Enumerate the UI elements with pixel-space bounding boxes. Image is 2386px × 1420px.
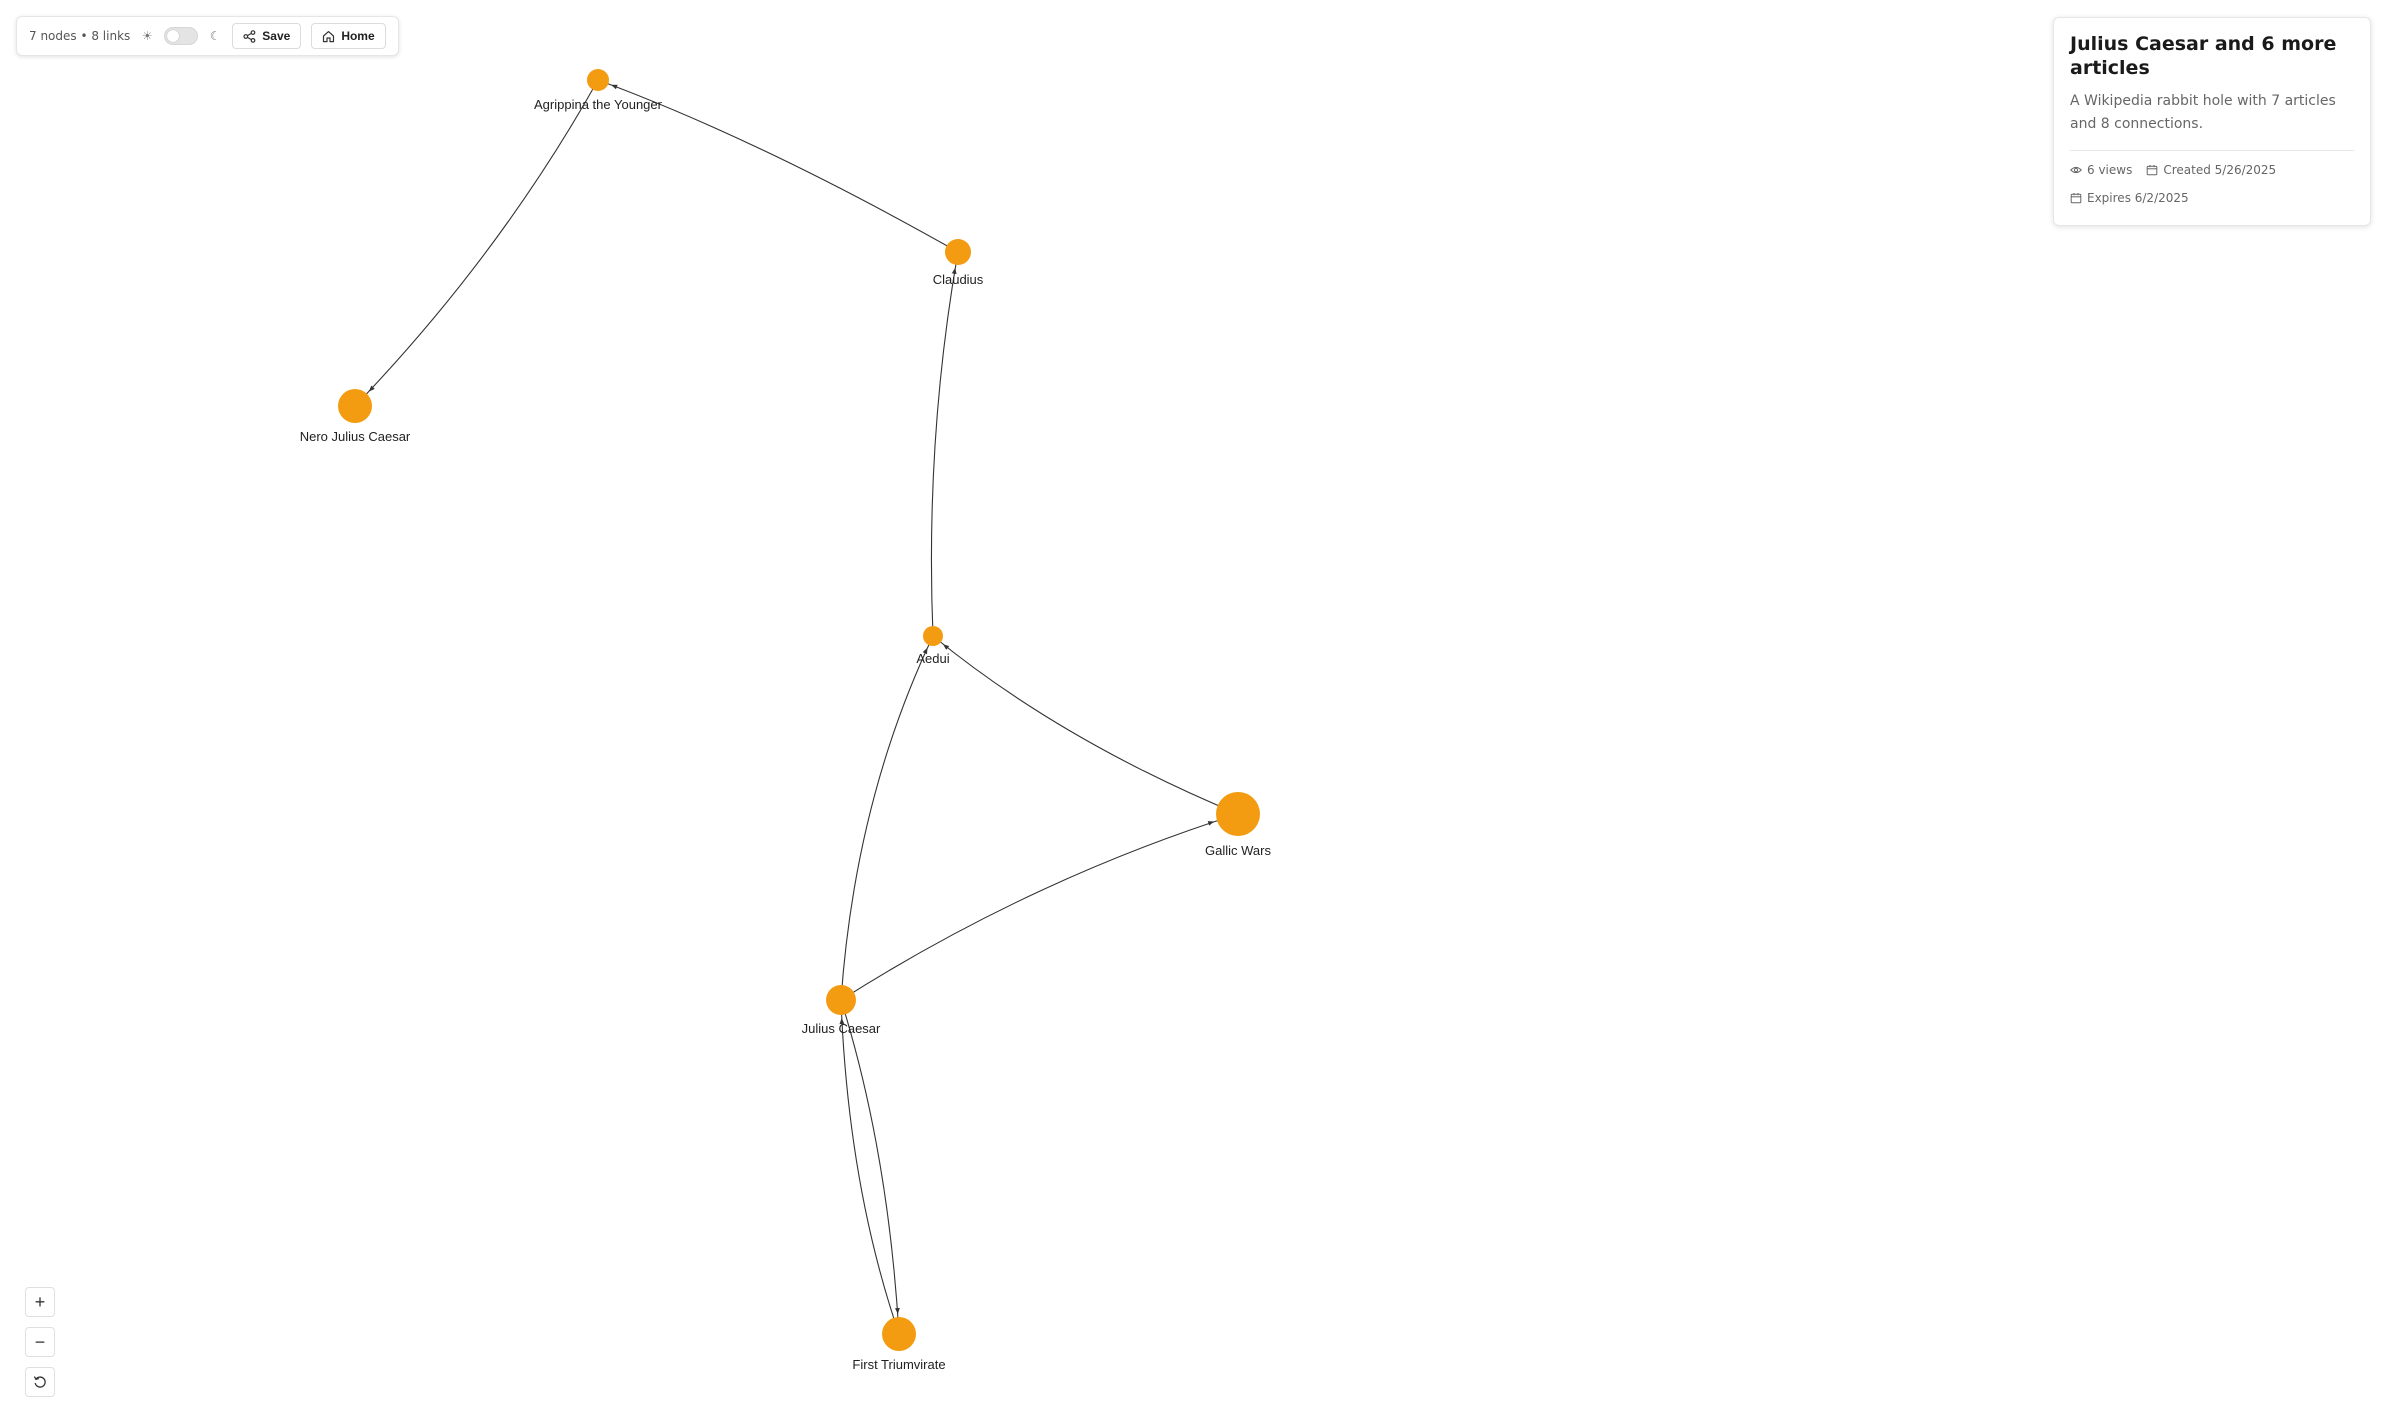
edge-gallic-to-aedui [932,635,1239,815]
node-label-claudius: Claudius [933,272,984,287]
node-label-aedui: Aedui [916,651,949,666]
calendar-icon [2070,193,2082,204]
info-expiry-row: Expires 6/2/2025 [2070,191,2354,205]
info-title: Julius Caesar and 6 more articles [2070,33,2337,79]
node-label-caesar: Julius Caesar [802,1021,881,1036]
arrowhead-caesar-to-triumvirate [895,1307,900,1315]
node-layer: Agrippina the Younger Claudius Nero Julius… [300,69,1271,1372]
info-meta-row: 6 views Created 5/26/2025 [2070,163,2354,177]
expires-date: Expires 6/2/2025 [2087,191,2189,205]
node-agrippina[interactable] [587,69,609,91]
edge-caesar-to-triumvirate [840,999,900,1335]
edge-layer [354,79,1239,1335]
home-label: Home [341,29,375,43]
edge-agrippina-to-nero [354,79,599,407]
graph-canvas[interactable]: Agrippina the Younger Claudius Nero Julius… [0,0,2386,1420]
info-divider [2070,150,2354,151]
info-description: A Wikipedia rabbit hole with 7 articles … [2070,93,2336,132]
toolbar: 7 nodes • 8 links ☀ ☾ Save Home [16,16,399,56]
theme-toggle[interactable] [164,27,199,45]
zoom-out-label: − [34,1331,46,1352]
zoom-in-label: + [34,1291,46,1312]
save-label: Save [262,29,291,43]
arrowhead-caesar-to-gallic [1207,821,1215,826]
edge-caesar-to-gallic [840,813,1239,1001]
info-panel: Julius Caesar and 6 more articles A Wiki… [2053,17,2371,226]
node-gallic[interactable] [1216,792,1260,836]
views-count: 6 views [2087,163,2133,177]
reset-view-button[interactable] [25,1367,55,1397]
home-icon [323,30,335,42]
arrowhead-gallic-to-aedui [943,644,950,650]
node-label-gallic: Gallic Wars [1205,843,1271,858]
node-aedui[interactable] [923,626,943,646]
toggle-knob [167,30,180,42]
edge-aedui-to-claudius [930,251,959,637]
node-claudius[interactable] [945,239,971,265]
views-meta: 6 views [2070,163,2132,177]
node-nero[interactable] [338,389,372,423]
arrowhead-claudius-to-agrippina [611,84,618,90]
sun-icon: ☀ [141,29,153,43]
reset-icon [33,1376,46,1388]
share-icon [243,29,256,43]
calendar-icon [2147,165,2158,176]
graph-stats: 7 nodes • 8 links [29,29,131,43]
moon-icon: ☾ [209,29,221,43]
eye-icon [2070,166,2082,174]
expires-meta: Expires 6/2/2025 [2070,191,2189,205]
node-label-nero: Nero Julius Caesar [300,429,411,444]
save-button[interactable]: Save [232,23,302,49]
node-triumvirate[interactable] [882,1317,916,1351]
zoom-in-button[interactable]: + [25,1287,55,1317]
home-button[interactable]: Home [311,23,386,49]
edge-triumvirate-to-caesar [840,999,900,1335]
created-meta: Created 5/26/2025 [2146,163,2276,177]
node-label-agrippina: Agrippina the Younger [534,97,663,112]
edge-caesar-to-aedui [840,635,934,1001]
created-date: Created 5/26/2025 [2163,163,2277,177]
node-label-triumvirate: First Triumvirate [852,1357,945,1372]
node-caesar[interactable] [826,985,856,1015]
zoom-out-button[interactable]: − [25,1327,55,1357]
